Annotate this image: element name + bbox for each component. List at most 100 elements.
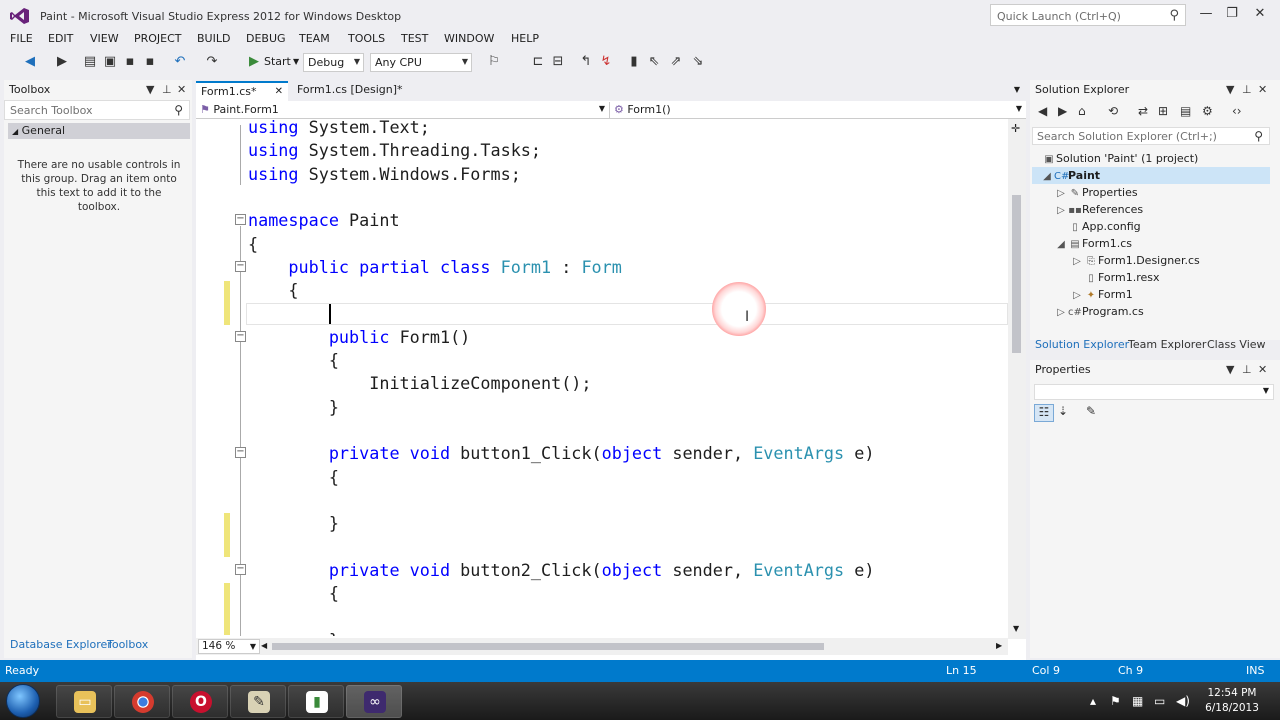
tree-item-form1-resx[interactable]: ▯ Form1.resx [1084,269,1159,286]
code-line[interactable]: using System.Windows.Forms; [248,163,521,186]
tree-item-form1-designer[interactable]: ▷ ⎘ Form1.Designer.cs [1070,252,1200,269]
tree-item-references[interactable]: ▷ ▪▪References [1054,201,1143,218]
code-line[interactable]: } [248,396,339,419]
tab-solution-explorer[interactable]: Solution Explorer [1035,338,1129,351]
code-line[interactable]: namespace Paint [248,209,400,232]
solution-search-input[interactable]: Search Solution Explorer (Ctrl+;) ⚲ [1032,127,1270,145]
save-all-icon[interactable]: ▪ [142,54,158,70]
tree-item-app-config[interactable]: ▯ App.config [1068,218,1140,235]
taskbar-explorer[interactable]: ▭ [56,685,112,718]
code-line[interactable]: { [248,582,339,605]
taskbar-visual-studio[interactable]: ∞ [346,685,402,718]
scroll-down-icon[interactable]: ▼ [1013,624,1019,633]
align-icon[interactable]: ⊏ [530,54,546,70]
menu-file[interactable]: FILE [10,32,33,45]
tree-item-paint-project[interactable]: ◢ C#Paint [1040,167,1100,184]
toolbox-group-general[interactable]: ◢ General [8,123,190,139]
code-text[interactable]: using System.Text; using System.Threading… [248,116,1008,636]
property-pages-icon[interactable]: ✎ [1086,404,1096,418]
tab-class-view[interactable]: Class View [1207,338,1266,351]
pin-icon[interactable]: ⊥ [162,83,172,96]
dropdown-icon[interactable]: ▼ [1226,83,1234,96]
bookmark-icon[interactable]: ▮ [626,54,642,70]
start-button-icon[interactable] [6,684,40,718]
tree-item-properties[interactable]: ▷ ✎ Properties [1054,184,1137,201]
dropdown-icon[interactable]: ▼ [1226,363,1234,376]
taskbar-paint[interactable]: ✎ [230,685,286,718]
platform-combo[interactable]: Any CPU ▼ [370,53,472,72]
menu-help[interactable]: HELP [511,32,539,45]
start-button[interactable]: Start [264,55,291,68]
refresh-icon[interactable]: ⇄ [1138,104,1148,118]
collapse-constructor-icon[interactable]: − [235,331,246,342]
taskbar-chart[interactable]: ▮ [288,685,344,718]
taskbar-opera[interactable]: O [172,685,228,718]
tab-team-explorer[interactable]: Team Explorer [1128,338,1206,351]
menu-window[interactable]: WINDOW [444,32,494,45]
redo-icon[interactable]: ↷ [204,54,220,70]
close-icon[interactable]: ✕ [1258,363,1267,376]
code-line[interactable]: { [248,466,339,489]
start-icon[interactable]: ▶ [246,54,262,70]
dropdown-icon[interactable]: ▼ [146,83,154,96]
code-line[interactable]: InitializeComponent(); [248,372,591,395]
tab-toolbox[interactable]: Toolbox [107,638,148,651]
code-line[interactable]: public Form1() [248,326,470,349]
pin-icon[interactable]: ⊥ [1242,83,1252,96]
network-icon[interactable]: ▦ [1132,694,1143,708]
tab-list-dropdown-icon[interactable]: ▼ [1014,85,1020,94]
action-center-icon[interactable]: ⚑ [1110,694,1121,708]
close-icon[interactable]: ✕ [1258,83,1267,96]
code-line[interactable]: } [248,629,339,636]
scroll-right-icon[interactable]: ▶ [996,641,1002,650]
volume-icon[interactable]: ◀) [1176,694,1190,708]
split-icon[interactable]: ✛ [1011,122,1020,135]
back-icon[interactable]: ◀ [1038,104,1047,118]
new-project-icon[interactable]: ▤ [82,54,98,70]
taskbar-clock[interactable]: 12:54 PM 6/18/2013 [1196,686,1268,716]
vertical-scroll-thumb[interactable] [1012,195,1021,353]
toolbox-search-input[interactable]: Search Toolbox ⚲ [4,100,190,120]
sync-icon[interactable]: ⟲ [1108,104,1118,118]
collapse-all-icon[interactable]: ⊞ [1158,104,1168,118]
menu-tools[interactable]: TOOLS [348,32,385,45]
tree-item-program-cs[interactable]: ▷ c#Program.cs [1054,303,1144,320]
menu-test[interactable]: TEST [401,32,428,45]
menu-debug[interactable]: DEBUG [246,32,286,45]
collapse-method-icon[interactable]: − [235,447,246,458]
step-icon[interactable]: ↰ [578,54,594,70]
configuration-combo[interactable]: Debug ▼ [303,53,364,72]
navigate-forward-icon[interactable]: ▶ [54,54,70,70]
code-line[interactable]: private void button1_Click(object sender… [248,442,875,465]
maximize-button[interactable]: ❐ [1218,6,1246,24]
forward-icon[interactable]: ▶ [1058,104,1067,118]
prev-bookmark-icon[interactable]: ⇖ [646,54,662,70]
code-line[interactable]: { [248,233,258,256]
properties-object-combo[interactable]: ▼ [1034,384,1274,400]
tab-form1-cs[interactable]: Form1.cs* ✕ [196,81,288,101]
menu-view[interactable]: VIEW [90,32,119,45]
code-line[interactable]: private void button2_Click(object sender… [248,559,875,582]
tab-form1-design[interactable]: Form1.cs [Design]* [292,81,408,101]
layout-icon[interactable]: ⊟ [550,54,566,70]
close-icon[interactable]: ✕ [177,83,186,96]
collapse-class-icon[interactable]: − [235,261,246,272]
code-line[interactable]: using System.Text; [248,116,430,139]
show-all-files-icon[interactable]: ▤ [1180,104,1191,118]
properties-icon[interactable]: ⚙ [1202,104,1213,118]
menu-project[interactable]: PROJECT [134,32,182,45]
quick-launch-input[interactable]: Quick Launch (Ctrl+Q) ⚲ [990,4,1186,26]
collapse-method-icon[interactable]: − [235,564,246,575]
clear-bookmarks-icon[interactable]: ⇘ [690,54,706,70]
menu-team[interactable]: TEAM [299,32,330,45]
find-icon[interactable]: ⚐ [486,54,502,70]
tab-database-explorer[interactable]: Database Explorer [10,638,112,651]
horizontal-scroll-thumb[interactable] [272,643,824,650]
scroll-left-icon[interactable]: ◀ [261,641,267,650]
taskbar-chrome[interactable] [114,685,170,718]
close-window-button[interactable]: ✕ [1246,6,1274,24]
save-icon[interactable]: ▪ [122,54,138,70]
stop-icon[interactable]: ↯ [598,54,614,70]
view-code-icon[interactable]: ‹› [1232,104,1242,118]
code-line[interactable]: { [248,349,339,372]
